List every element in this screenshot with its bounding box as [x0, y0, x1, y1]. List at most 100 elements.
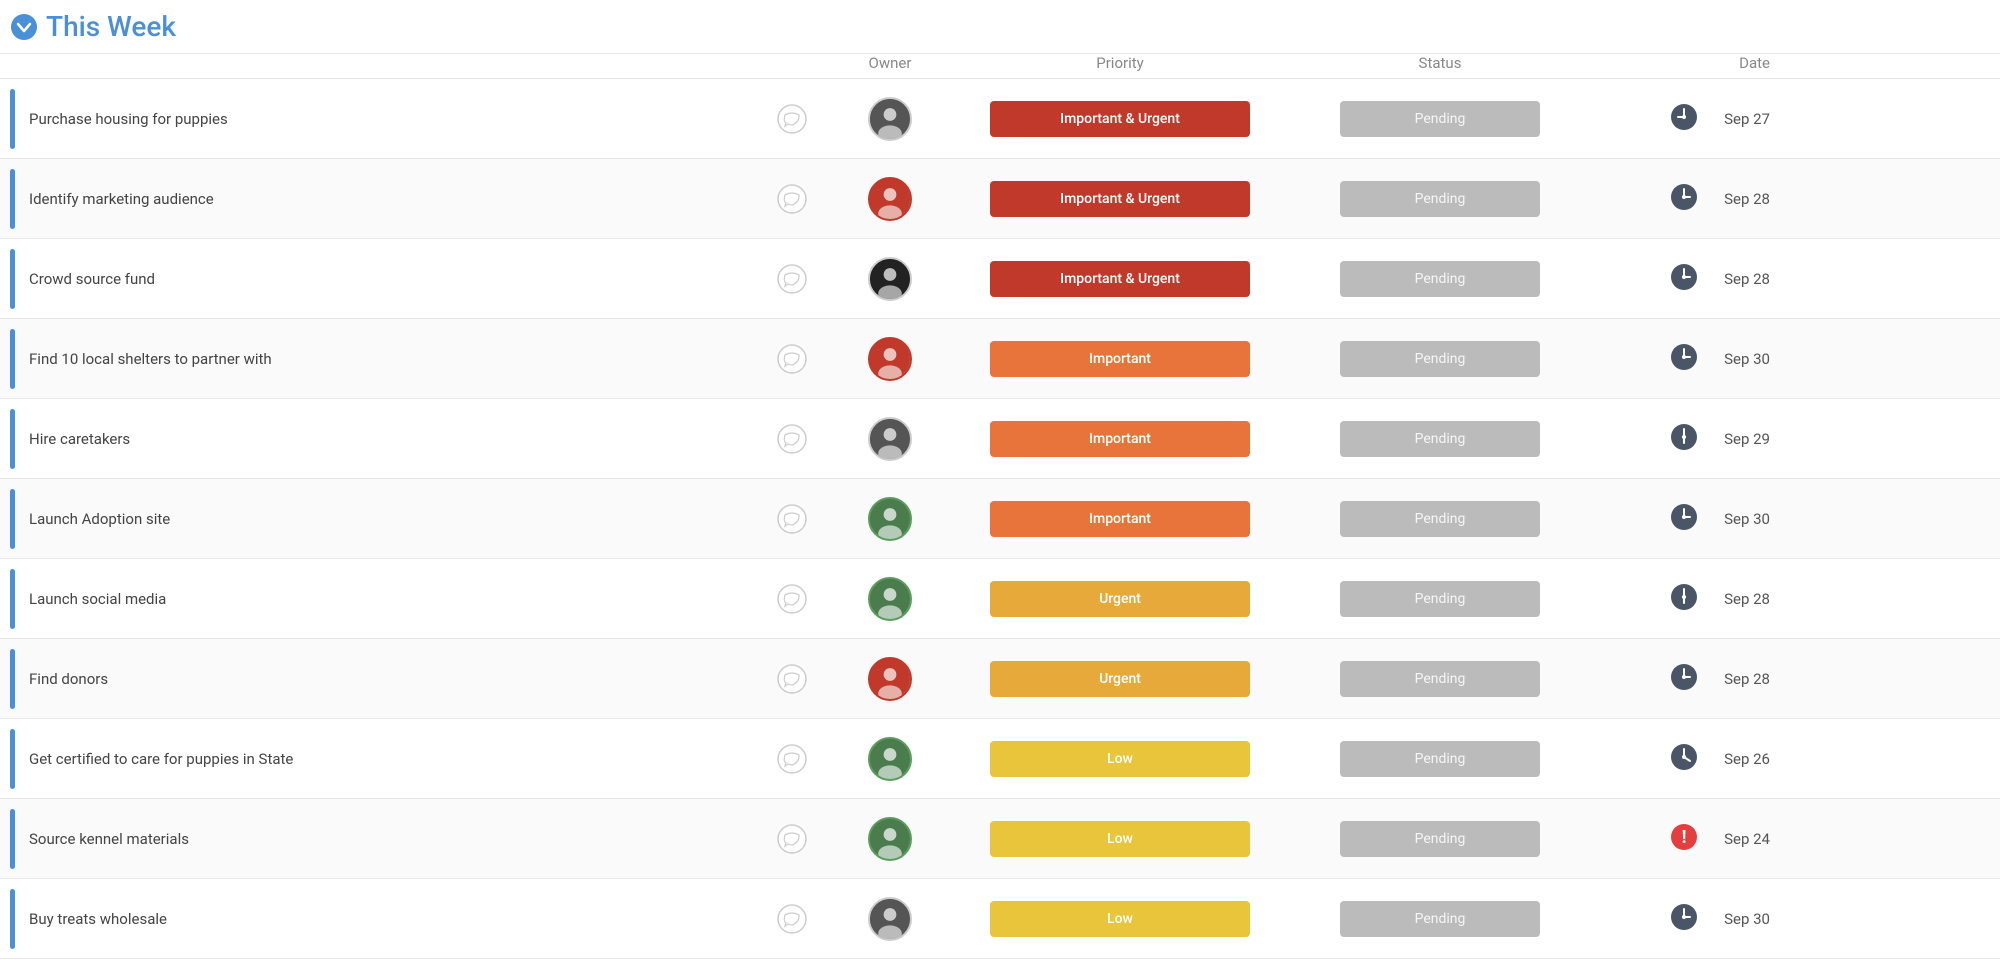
task-name: Launch Adoption site [29, 510, 776, 528]
comment-icon[interactable] [776, 263, 808, 295]
section-header: This Week [0, 0, 2000, 54]
task-name: Source kennel materials [29, 830, 776, 848]
task-priority[interactable]: Important [960, 421, 1280, 457]
table-row: Buy treats wholesale Low Pending [0, 879, 2000, 959]
task-owner [820, 97, 960, 141]
clock-icon [1670, 743, 1698, 775]
priority-badge[interactable]: Low [990, 901, 1250, 937]
priority-badge[interactable]: Urgent [990, 661, 1250, 697]
status-badge[interactable]: Pending [1340, 261, 1540, 297]
task-bar [10, 569, 15, 629]
task-status[interactable]: Pending [1280, 421, 1600, 457]
task-left-1: Purchase housing for puppies [0, 89, 820, 149]
task-priority[interactable]: Urgent [960, 581, 1280, 617]
task-status[interactable]: Pending [1280, 181, 1600, 217]
priority-badge[interactable]: Important [990, 501, 1250, 537]
clock-icon: ! [1670, 823, 1698, 855]
avatar [868, 497, 912, 541]
avatar [868, 817, 912, 861]
clock-icon [1670, 263, 1698, 295]
priority-badge[interactable]: Important & Urgent [990, 261, 1250, 297]
priority-badge[interactable]: Important & Urgent [990, 101, 1250, 137]
task-left-4: Find 10 local shelters to partner with [0, 329, 820, 389]
comment-icon[interactable] [776, 823, 808, 855]
date-text: Sep 30 [1710, 510, 1770, 528]
task-owner [820, 657, 960, 701]
task-priority[interactable]: Important [960, 501, 1280, 537]
task-bar [10, 249, 15, 309]
svg-text:!: ! [1682, 827, 1687, 848]
status-badge[interactable]: Pending [1340, 901, 1540, 937]
task-priority[interactable]: Important & Urgent [960, 101, 1280, 137]
status-badge[interactable]: Pending [1340, 101, 1540, 137]
status-badge[interactable]: Pending [1340, 741, 1540, 777]
task-date-col: Sep 30 [1600, 903, 1800, 935]
date-text: Sep 30 [1710, 350, 1770, 368]
comment-icon[interactable] [776, 183, 808, 215]
task-priority[interactable]: Low [960, 821, 1280, 857]
task-priority[interactable]: Important & Urgent [960, 261, 1280, 297]
priority-badge[interactable]: Important & Urgent [990, 181, 1250, 217]
avatar [868, 257, 912, 301]
task-status[interactable]: Pending [1280, 261, 1600, 297]
task-status[interactable]: Pending [1280, 661, 1600, 697]
task-priority[interactable]: Important [960, 341, 1280, 377]
task-owner [820, 577, 960, 621]
task-priority[interactable]: Low [960, 901, 1280, 937]
clock-icon [1670, 903, 1698, 935]
task-bar [10, 409, 15, 469]
date-text: Sep 28 [1710, 190, 1770, 208]
comment-icon[interactable] [776, 903, 808, 935]
date-text: Sep 30 [1710, 910, 1770, 928]
table-row: Get certified to care for puppies in Sta… [0, 719, 2000, 799]
priority-badge[interactable]: Low [990, 821, 1250, 857]
task-date-col: Sep 28 [1600, 263, 1800, 295]
status-badge[interactable]: Pending [1340, 421, 1540, 457]
status-badge[interactable]: Pending [1340, 821, 1540, 857]
comment-icon[interactable] [776, 743, 808, 775]
avatar [868, 737, 912, 781]
comment-icon[interactable] [776, 423, 808, 455]
task-status[interactable]: Pending [1280, 821, 1600, 857]
priority-badge[interactable]: Low [990, 741, 1250, 777]
priority-badge[interactable]: Urgent [990, 581, 1250, 617]
clock-icon [1670, 583, 1698, 615]
task-name: Find 10 local shelters to partner with [29, 350, 776, 368]
comment-icon[interactable] [776, 503, 808, 535]
task-status[interactable]: Pending [1280, 101, 1600, 137]
task-owner [820, 497, 960, 541]
status-badge[interactable]: Pending [1340, 661, 1540, 697]
comment-icon[interactable] [776, 583, 808, 615]
avatar [868, 97, 912, 141]
date-text: Sep 28 [1710, 590, 1770, 608]
chevron-down-icon[interactable] [10, 13, 38, 41]
status-badge[interactable]: Pending [1340, 341, 1540, 377]
task-left-10: Source kennel materials [0, 809, 820, 869]
status-badge[interactable]: Pending [1340, 181, 1540, 217]
col-header-date: Date [1600, 54, 1800, 72]
main-container: This Week Owner Priority Status Date Pur… [0, 0, 2000, 960]
status-badge[interactable]: Pending [1340, 501, 1540, 537]
task-priority[interactable]: Low [960, 741, 1280, 777]
status-badge[interactable]: Pending [1340, 581, 1540, 617]
task-priority[interactable]: Urgent [960, 661, 1280, 697]
task-date-col: Sep 30 [1600, 503, 1800, 535]
clock-icon [1670, 423, 1698, 455]
priority-badge[interactable]: Important [990, 341, 1250, 377]
task-status[interactable]: Pending [1280, 341, 1600, 377]
task-status[interactable]: Pending [1280, 901, 1600, 937]
comment-icon[interactable] [776, 103, 808, 135]
task-left-5: Hire caretakers [0, 409, 820, 469]
column-headers: Owner Priority Status Date [0, 54, 2000, 79]
task-status[interactable]: Pending [1280, 581, 1600, 617]
task-left-7: Launch social media [0, 569, 820, 629]
comment-icon[interactable] [776, 663, 808, 695]
task-status[interactable]: Pending [1280, 741, 1600, 777]
task-priority[interactable]: Important & Urgent [960, 181, 1280, 217]
task-name: Purchase housing for puppies [29, 110, 776, 128]
priority-badge[interactable]: Important [990, 421, 1250, 457]
date-text: Sep 29 [1710, 430, 1770, 448]
task-status[interactable]: Pending [1280, 501, 1600, 537]
comment-icon[interactable] [776, 343, 808, 375]
task-bar [10, 489, 15, 549]
